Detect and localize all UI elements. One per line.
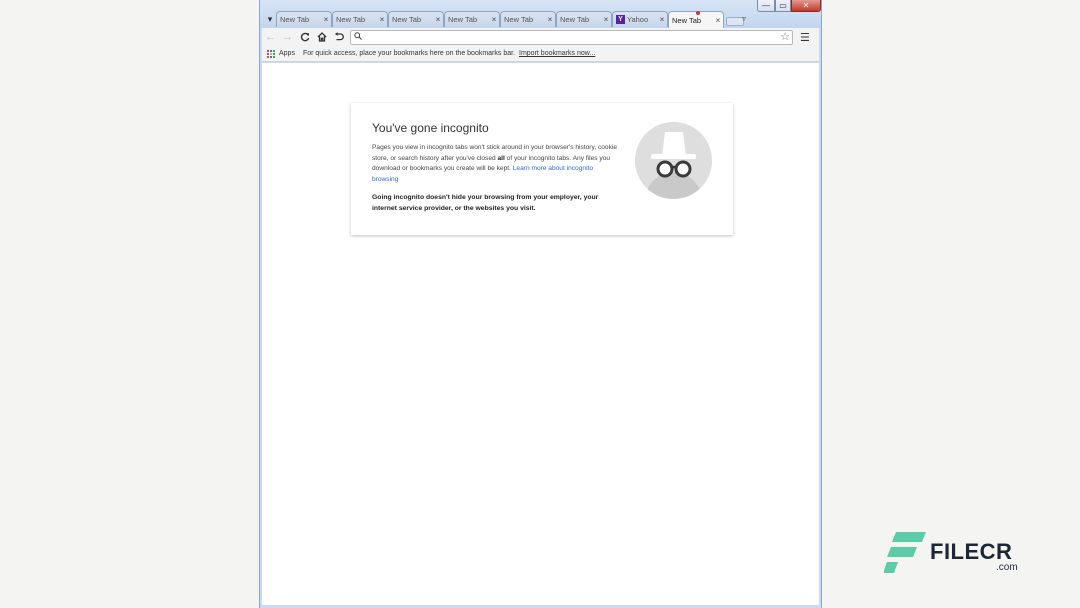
yahoo-favicon-icon: Y [616,15,625,24]
tab-new-tab[interactable]: New Tab × [500,11,556,27]
filecr-logo-icon [884,532,926,573]
tab-label: New Tab [392,15,422,24]
star-icon[interactable]: ☆ [780,31,790,44]
tab-close-icon[interactable]: × [489,15,499,24]
page-content: You've gone incognito Pages you view in … [262,63,819,605]
bookmarks-bar: Apps For quick access, place your bookma… [262,46,819,62]
undo-icon[interactable] [330,29,347,45]
window-controls: — ▭ ✕ [757,0,821,12]
tab-close-icon[interactable]: × [321,15,331,24]
omnibox[interactable]: ☆ [350,29,793,45]
incognito-warning: Going incognito doesn't hide your browsi… [372,194,599,212]
description-bold: all [497,154,505,162]
navigation-toolbar: ← → ☆ ☰ [262,28,819,46]
tab-label: New Tab [672,15,702,25]
browser-window: ▾ New Tab × New Tab × New Tab × New Tab … [259,0,822,608]
tab-label: New Tab [448,15,478,24]
tab-new-tab[interactable]: New Tab × [388,11,444,27]
page-title: You've gone incognito [372,121,489,135]
minimize-button[interactable]: — [757,0,775,12]
hamburger-menu-icon[interactable]: ☰ [800,31,810,44]
tab-new-tab[interactable]: New Tab × [556,11,612,27]
tab-label: New Tab [560,15,590,24]
tab-new-tab[interactable]: New Tab × [444,11,500,27]
apps-shortcut[interactable]: Apps [279,50,295,57]
tab-close-icon[interactable]: × [657,15,667,24]
tab-list-icon[interactable]: ▾ [264,14,276,25]
incognito-description: Pages you view in incognito tabs won't s… [372,143,620,186]
tab-new-tab[interactable]: New Tab × [276,11,332,27]
tab-overflow-icon[interactable]: ▿ [742,14,746,23]
reload-icon[interactable] [296,29,313,45]
incognito-card: You've gone incognito Pages you view in … [351,103,733,235]
bookmarks-hint-text: For quick access, place your bookmarks h… [302,50,516,57]
tab-close-icon[interactable]: × [545,15,555,24]
tab-label: New Tab [280,15,310,24]
tab-close-icon[interactable]: × [601,15,611,24]
tab-yahoo[interactable]: Y Yahoo × [612,11,668,27]
title-bar: ▾ New Tab × New Tab × New Tab × New Tab … [260,0,821,28]
apps-grid-icon[interactable] [267,49,275,58]
tab-active-new-tab[interactable]: New Tab × [668,11,724,28]
import-bookmarks-link[interactable]: Import bookmarks now... [519,50,595,57]
incognito-spy-icon [635,122,712,199]
forward-arrow-icon[interactable]: → [279,29,296,45]
address-input[interactable] [365,30,775,44]
home-icon[interactable] [313,29,330,45]
tab-close-icon[interactable]: × [713,16,723,25]
filecr-watermark: FILECR .com [884,530,1024,576]
back-arrow-icon[interactable]: ← [262,29,279,45]
tab-label: New Tab [504,15,534,24]
watermark-domain: .com [996,562,1018,573]
recording-dot-icon [696,11,700,15]
tab-strip: New Tab × New Tab × New Tab × New Tab × … [276,11,744,28]
tab-close-icon[interactable]: × [433,15,443,24]
search-icon [354,31,362,42]
tab-close-icon[interactable]: × [377,15,387,24]
tab-new-tab[interactable]: New Tab × [332,11,388,27]
close-window-button[interactable]: ✕ [791,0,821,12]
tab-label: Yahoo [627,15,649,24]
maximize-button[interactable]: ▭ [775,0,791,12]
tab-label: New Tab [336,15,366,24]
